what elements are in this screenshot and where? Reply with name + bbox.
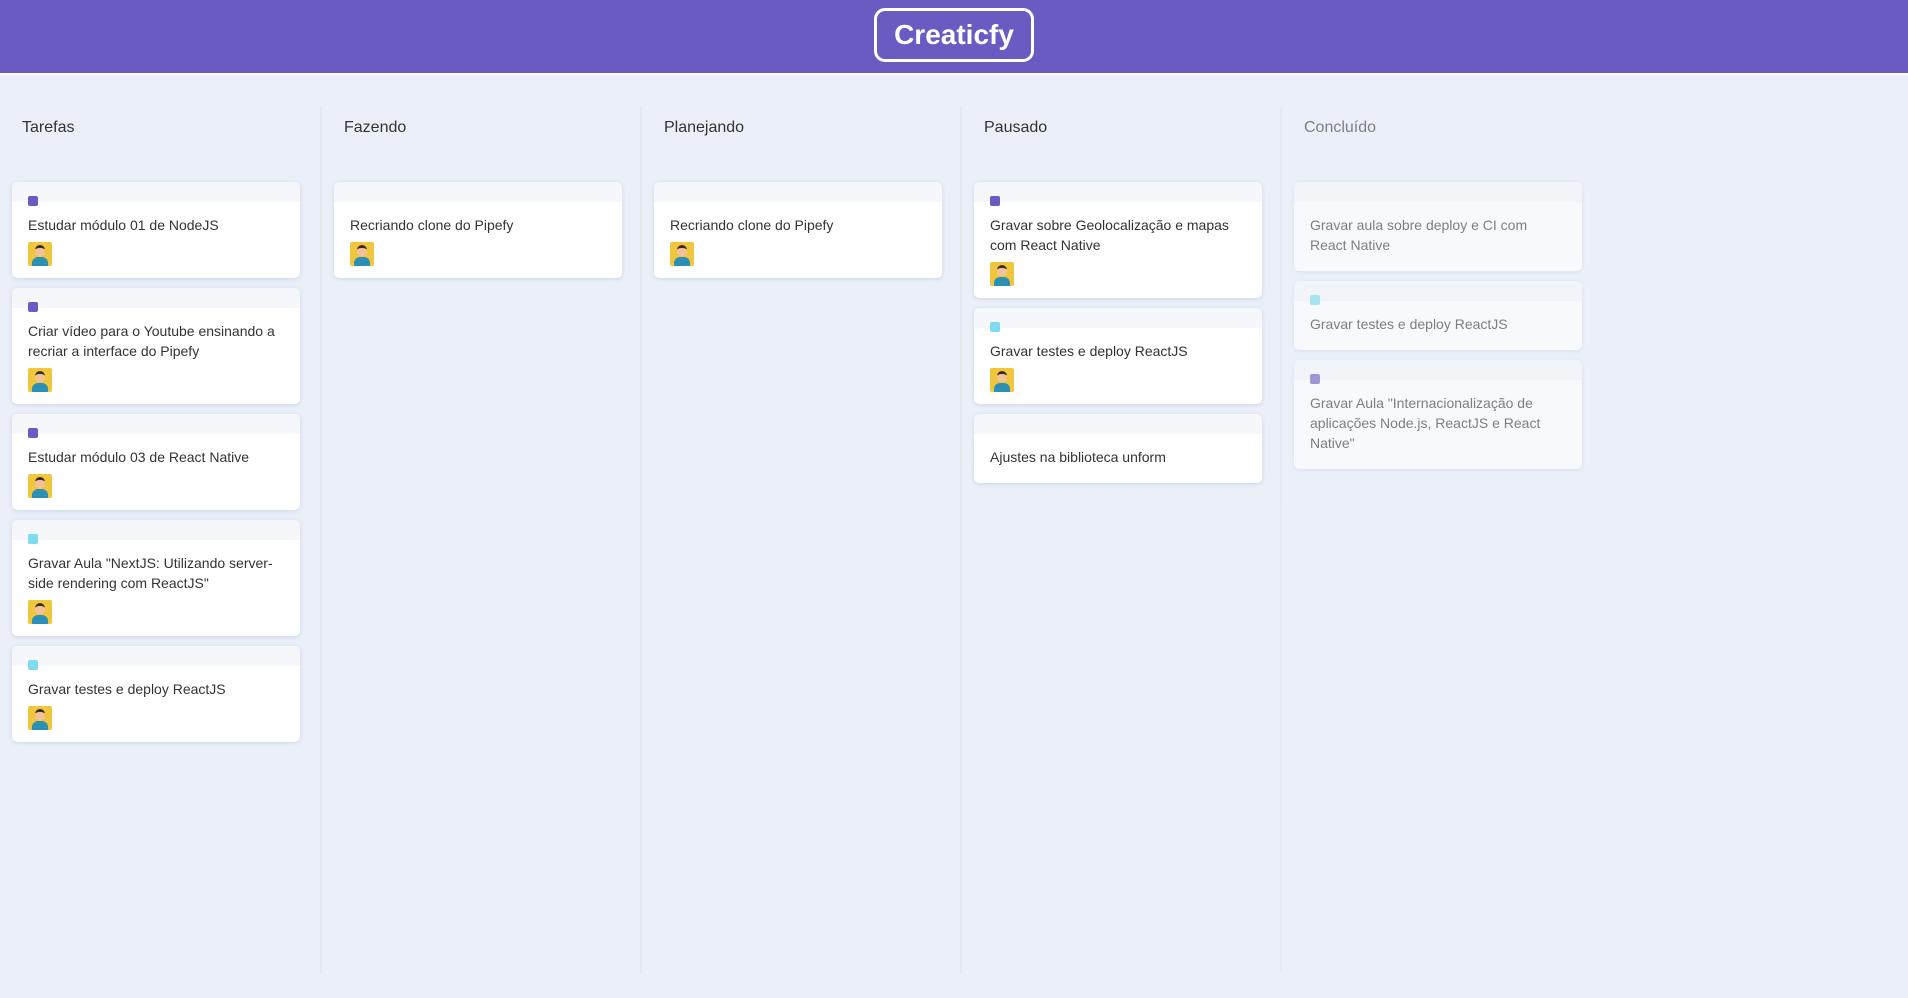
avatar-head: [357, 245, 367, 256]
card-label-tag: [990, 196, 1000, 206]
card-title: Ajustes na biblioteca unform: [990, 449, 1166, 465]
card-title: Gravar Aula "Internacionalização de apli…: [1310, 395, 1541, 451]
list-concluido: Concluído Gravar aula sobre deploy e CI c…: [1280, 107, 1600, 973]
app-logo[interactable]: Creaticfy: [874, 8, 1034, 62]
card-label-tag: [28, 302, 38, 312]
kanban-board: Tarefas Estudar módulo 01 de NodeJS Criar …: [0, 107, 1908, 973]
task-card[interactable]: Gravar testes e deploy ReactJS: [12, 646, 300, 742]
card-title: Criar vídeo para o Youtube ensinando a r…: [28, 323, 275, 359]
task-card[interactable]: Estudar módulo 01 de NodeJS: [12, 182, 300, 278]
task-card[interactable]: Estudar módulo 03 de React Native: [12, 414, 300, 510]
card-label-tag: [28, 196, 38, 206]
avatar-head: [35, 371, 45, 382]
task-card[interactable]: Gravar Aula "NextJS: Utilizando server-s…: [12, 520, 300, 636]
card-title: Estudar módulo 01 de NodeJS: [28, 217, 219, 233]
user-avatar: [350, 242, 374, 266]
card-title: Gravar testes e deploy ReactJS: [990, 343, 1188, 359]
card-label-tag: [1310, 295, 1320, 305]
list-title: Pausado: [984, 119, 1048, 136]
task-card[interactable]: Recriando clone do Pipefy: [334, 182, 622, 278]
avatar-body: [354, 257, 370, 266]
avatar-head: [35, 245, 45, 256]
list-title: Concluído: [1304, 119, 1377, 136]
list-fazendo: Fazendo Recriando clone do Pipefy: [320, 107, 640, 973]
list-tarefas: Tarefas Estudar módulo 01 de NodeJS Criar …: [0, 107, 320, 973]
card-title: Gravar aula sobre deploy e CI com React …: [1310, 217, 1528, 253]
card-title: Gravar testes e deploy ReactJS: [1310, 316, 1508, 332]
task-card[interactable]: Gravar Aula "Internacionalização de apli…: [1294, 360, 1582, 469]
user-avatar: [670, 242, 694, 266]
card-title: Gravar Aula "NextJS: Utilizando server-s…: [28, 555, 273, 591]
avatar-head: [997, 265, 1007, 276]
card-label-tag: [28, 428, 38, 438]
avatar-body: [674, 257, 690, 266]
user-avatar: [990, 262, 1014, 286]
avatar-head: [35, 709, 45, 720]
user-avatar: [28, 600, 52, 624]
list-title: Fazendo: [344, 119, 407, 136]
task-card[interactable]: Ajustes na biblioteca unform: [974, 414, 1262, 483]
avatar-body: [32, 489, 48, 498]
card-title: Gravar sobre Geolocalização e mapas com …: [990, 217, 1229, 253]
avatar-head: [997, 371, 1007, 382]
list-title: Tarefas: [22, 119, 75, 136]
avatar-head: [35, 603, 45, 614]
avatar-body: [32, 721, 48, 730]
list-pausado: Pausado Gravar sobre Geolocalização e map…: [960, 107, 1280, 973]
card-label-tag: [28, 534, 38, 544]
avatar-body: [32, 615, 48, 624]
task-card[interactable]: Criar vídeo para o Youtube ensinando a r…: [12, 288, 300, 404]
card-label-tag: [28, 660, 38, 670]
avatar-head: [677, 245, 687, 256]
card-title: Estudar módulo 03 de React Native: [28, 449, 250, 465]
task-card[interactable]: Gravar sobre Geolocalização e mapas com …: [974, 182, 1262, 298]
user-avatar: [28, 368, 52, 392]
card-title: Recriando clone do Pipefy: [350, 217, 514, 233]
user-avatar: [28, 706, 52, 730]
avatar-head: [35, 477, 45, 488]
user-avatar: [28, 242, 52, 266]
avatar-body: [32, 383, 48, 392]
task-card[interactable]: Gravar testes e deploy ReactJS: [974, 308, 1262, 404]
app-header: Creaticfy: [0, 0, 1908, 75]
list-title: Planejando: [664, 119, 745, 136]
avatar-body: [994, 277, 1010, 286]
card-label-tag: [990, 322, 1000, 332]
card-title: Recriando clone do Pipefy: [670, 217, 834, 233]
task-card[interactable]: Gravar aula sobre deploy e CI com React …: [1294, 182, 1582, 271]
avatar-body: [32, 257, 48, 266]
task-card[interactable]: Gravar testes e deploy ReactJS: [1294, 281, 1582, 350]
card-title: Gravar testes e deploy ReactJS: [28, 681, 226, 697]
user-avatar: [28, 474, 52, 498]
user-avatar: [990, 368, 1014, 392]
avatar-body: [994, 383, 1010, 392]
list-planejando: Planejando Recriando clone do Pipefy: [640, 107, 960, 973]
card-label-tag: [1310, 374, 1320, 384]
task-card[interactable]: Recriando clone do Pipefy: [654, 182, 942, 278]
